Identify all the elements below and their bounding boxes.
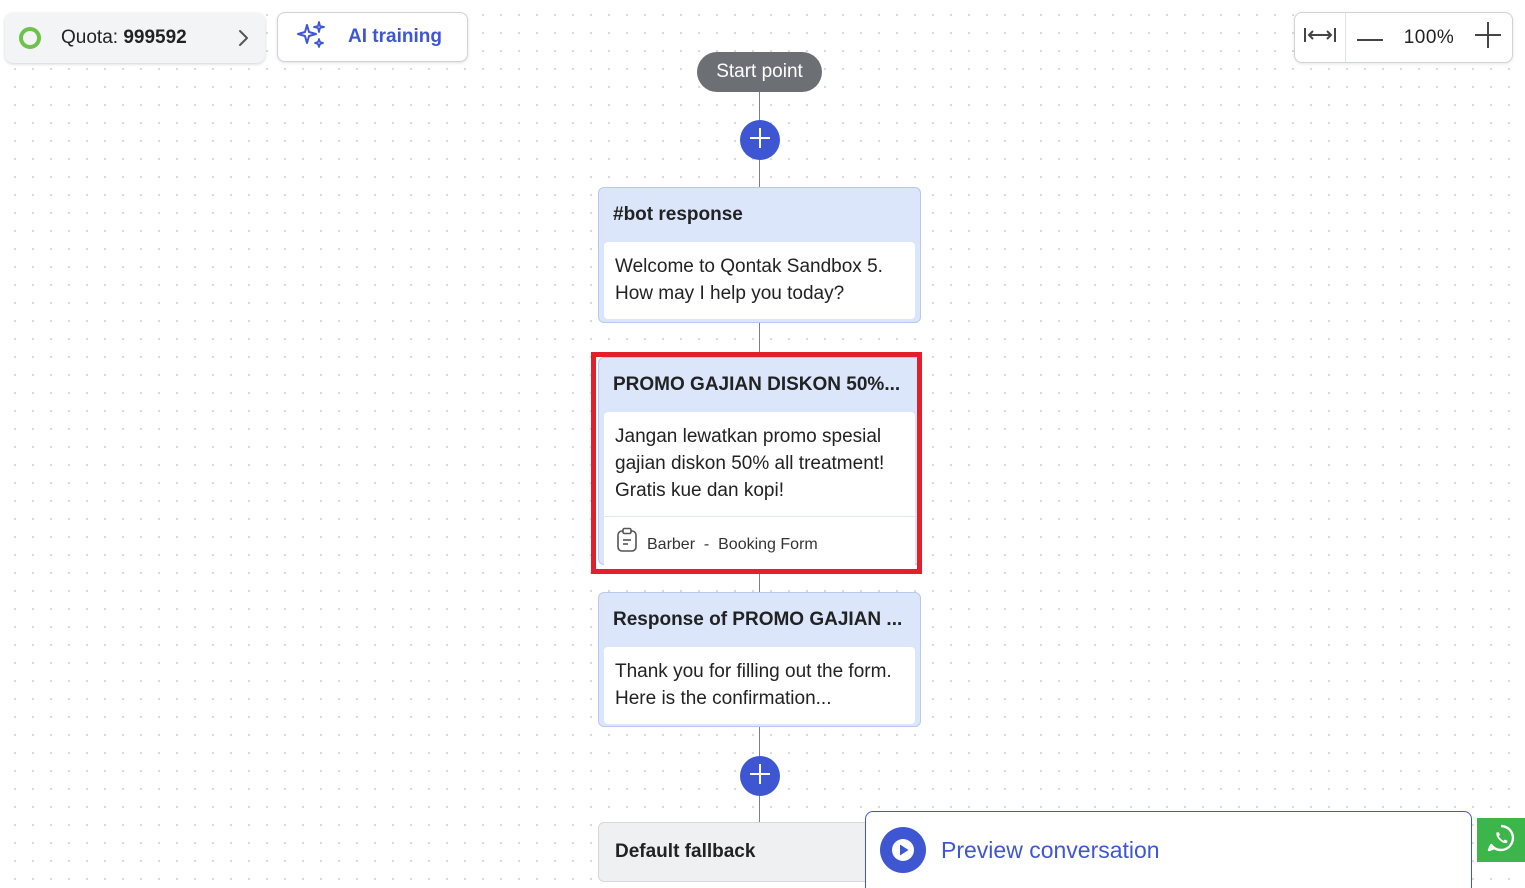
zoom-control: 100% [1294,12,1513,63]
quota-status-icon [19,27,41,49]
whatsapp-button[interactable] [1477,818,1525,862]
flow-connector [759,572,760,594]
chevron-right-icon[interactable] [237,28,251,48]
node-title: Response of PROMO GAJIAN ... [613,609,903,630]
zoom-level: 100% [1403,26,1455,48]
plus-icon [748,126,772,155]
node-title: #bot response [613,204,743,225]
start-point-node[interactable]: Start point [697,52,822,92]
fit-width-button[interactable] [1295,13,1346,62]
node-title: PROMO GAJIAN DISKON 50%... [613,374,901,395]
minus-icon [1357,29,1383,47]
preview-label: Preview conversation [941,837,1160,863]
flow-node-default-fallback[interactable]: Default fallback [598,822,878,882]
plus-icon [748,762,772,791]
add-step-button[interactable] [740,756,780,796]
clipboard-icon [615,527,639,562]
quota-text: Quota: 999592 [61,27,187,49]
whatsapp-icon [1486,823,1516,858]
preview-conversation-button[interactable]: Preview conversation [865,811,1472,888]
node-message: Welcome to Qontak Sandbox 5. How may I h… [604,242,915,319]
flow-connector [759,322,760,354]
node-message: Thank you for filling out the form. Here… [604,647,915,724]
flow-node-promo[interactable]: PROMO GAJIAN DISKON 50%... Jangan lewatk… [598,357,921,572]
sparkle-icon [296,20,326,54]
ai-training-button[interactable]: AI training [277,12,468,62]
ai-training-label: AI training [348,26,442,47]
form-label: Barber - Booking Form [647,536,818,553]
play-icon [880,827,926,873]
zoom-out-button[interactable] [1346,13,1394,62]
node-message: Jangan lewatkan promo spesial gajian dis… [615,426,885,501]
node-form-attachment[interactable]: Barber - Booking Form [604,516,915,572]
flow-node-response[interactable]: Response of PROMO GAJIAN ... Thank you f… [598,592,921,727]
fit-width-icon [1303,25,1337,50]
node-message-container: Jangan lewatkan promo spesial gajian dis… [604,412,915,572]
zoom-in-button[interactable] [1464,13,1512,62]
flow-node-bot-response[interactable]: #bot response Welcome to Qontak Sandbox … [598,187,921,323]
plus-icon [1475,22,1501,53]
quota-value: 999592 [123,27,187,48]
fallback-label: Default fallback [615,841,756,862]
quota-indicator[interactable]: Quota: 999592 [5,13,265,63]
add-step-button[interactable] [740,120,780,160]
quota-label: Quota: [61,27,119,48]
